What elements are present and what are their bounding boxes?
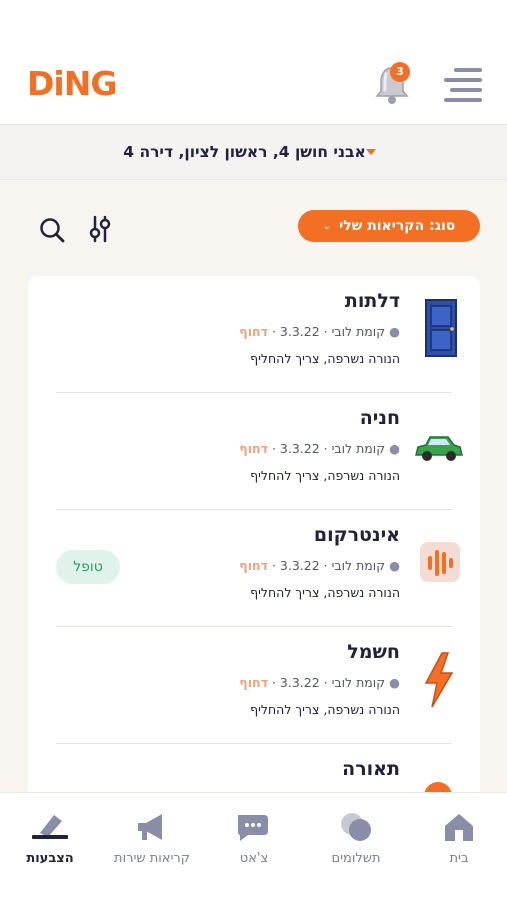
ticket-title: תאורה xyxy=(342,758,400,780)
nav-chat[interactable]: צ'אט xyxy=(204,811,304,871)
ticket-row[interactable]: תאורה xyxy=(56,744,452,792)
ticket-row[interactable]: חניה ●קומת לובי · 3.3.22 · דחוף הנורה נש… xyxy=(56,393,463,510)
ticket-title: דלתות xyxy=(344,290,400,312)
ticket-meta: ●קומת לובי · 3.3.22 · דחוף xyxy=(239,675,400,690)
ticket-row[interactable]: דלתות ●קומת לובי · 3.3.22 · דחוף הנורה נ… xyxy=(56,276,457,393)
payments-icon xyxy=(341,813,371,841)
ticket-description: הנורה נשרפה, צריך להחליף xyxy=(250,468,400,483)
ticket-date: 3.3.22 xyxy=(279,558,320,573)
votes-icon xyxy=(32,815,68,839)
sliders-icon[interactable] xyxy=(86,214,114,244)
location-pin-icon: ● xyxy=(389,441,400,456)
nav-votes[interactable]: הצבעות xyxy=(0,811,100,871)
app-header: DiNG 3 xyxy=(0,0,507,124)
ticket-priority: דחוף xyxy=(239,675,268,690)
notification-count-badge: 3 xyxy=(390,62,410,82)
nav-service-calls[interactable]: קריאות שירות xyxy=(102,811,202,871)
nav-home[interactable]: בית xyxy=(409,811,507,871)
search-icon[interactable] xyxy=(38,216,66,244)
call-type-filter-button[interactable]: סוג: הקריאות שלי ⌄ xyxy=(298,210,480,242)
location-pin-icon: ● xyxy=(389,675,400,690)
car-icon xyxy=(415,436,463,461)
ticket-description: הנורה נשרפה, צריך להחליף xyxy=(250,702,400,717)
ticket-title: אינטרקום xyxy=(313,524,400,546)
ticket-priority: דחוף xyxy=(239,558,268,573)
nav-payments[interactable]: תשלומים xyxy=(306,811,406,871)
tickets-list: דלתות ●קומת לובי · 3.3.22 · דחוף הנורה נ… xyxy=(28,276,480,792)
intercom-icon xyxy=(420,542,460,582)
ticket-date: 3.3.22 xyxy=(279,324,320,339)
chat-icon xyxy=(238,815,268,841)
lightning-icon xyxy=(424,652,454,708)
filter-label: סוג: הקריאות שלי xyxy=(339,218,456,234)
light-icon xyxy=(424,782,452,792)
ticket-meta: ●קומת לובי · 3.3.22 · דחוף xyxy=(239,558,400,573)
door-icon xyxy=(425,299,457,357)
ticket-location: קומת לובי xyxy=(331,324,386,339)
chevron-down-icon: ⌄ xyxy=(322,220,332,232)
ticket-meta: ●קומת לובי · 3.3.22 · דחוף xyxy=(239,324,400,339)
home-icon xyxy=(445,814,473,841)
ticket-priority: דחוף xyxy=(239,441,268,456)
ticket-location: קומת לובי xyxy=(331,558,386,573)
ticket-description: הנורה נשרפה, צריך להחליף xyxy=(250,585,400,600)
address-text: אבני חושן 4, ראשון לציון, דירה 4 xyxy=(123,143,366,161)
location-pin-icon: ● xyxy=(389,558,400,573)
hamburger-menu-icon[interactable] xyxy=(444,68,482,102)
ticket-title: חניה xyxy=(359,407,400,429)
ticket-location: קומת לובי xyxy=(331,675,386,690)
ticket-description: הנורה נשרפה, צריך להחליף xyxy=(250,351,400,366)
location-pin-icon: ● xyxy=(389,324,400,339)
ticket-date: 3.3.22 xyxy=(279,441,320,456)
status-badge: טופל xyxy=(56,550,120,584)
app-logo[interactable]: DiNG xyxy=(27,64,117,103)
ticket-row[interactable]: חשמל ●קומת לובי · 3.3.22 · דחוף הנורה נש… xyxy=(56,627,454,744)
nav-chat-label: צ'אט xyxy=(239,851,269,866)
ticket-title: חשמל xyxy=(347,641,400,663)
caret-down-icon xyxy=(365,149,376,155)
ticket-meta: ●קומת לובי · 3.3.22 · דחוף xyxy=(239,441,400,456)
service-calls-content: סוג: הקריאות שלי ⌄ דלתות ●קומת לובי · 3.… xyxy=(0,180,507,792)
bottom-navigation: בית תשלומים צ'אט קריאות שירות הצבעות xyxy=(0,792,507,900)
megaphone-icon xyxy=(138,814,162,840)
nav-service-calls-label: קריאות שירות xyxy=(114,851,190,866)
nav-votes-label: הצבעות xyxy=(26,851,74,866)
ticket-priority: דחוף xyxy=(239,324,268,339)
address-selector[interactable]: אבני חושן 4, ראשון לציון, דירה 4 xyxy=(0,124,507,180)
ticket-location: קומת לובי xyxy=(331,441,386,456)
nav-home-label: בית xyxy=(449,851,469,866)
nav-payments-label: תשלומים xyxy=(331,851,381,866)
ticket-row[interactable]: אינטרקום ●קומת לובי · 3.3.22 · דחוף הנור… xyxy=(56,510,460,627)
ticket-date: 3.3.22 xyxy=(279,675,320,690)
